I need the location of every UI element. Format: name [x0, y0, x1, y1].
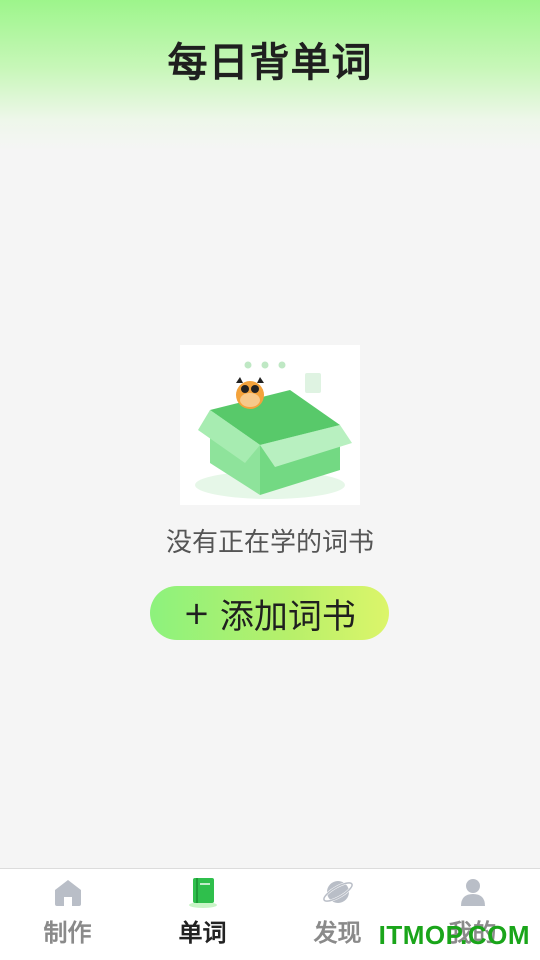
plus-icon: +: [183, 594, 210, 632]
empty-box-illustration: [180, 345, 360, 505]
book-icon: [188, 878, 217, 908]
home-icon: [54, 880, 81, 906]
watermark: ITMOP.COM: [378, 920, 530, 950]
add-wordbook-label: 添加词书: [219, 596, 356, 637]
tab-words[interactable]: 单词: [135, 869, 270, 960]
tab-discover-label: 发现: [313, 919, 362, 947]
tab-make-label: 制作: [43, 919, 92, 947]
empty-state-message: 没有正在学的词书: [165, 528, 374, 558]
user-icon: [460, 879, 485, 906]
add-wordbook-button[interactable]: + 添加词书: [150, 586, 389, 640]
page-title: 每日背单词: [167, 40, 373, 86]
tab-words-label: 单词: [178, 919, 227, 947]
tab-make[interactable]: 制作: [0, 869, 135, 960]
planet-icon: [322, 881, 353, 903]
